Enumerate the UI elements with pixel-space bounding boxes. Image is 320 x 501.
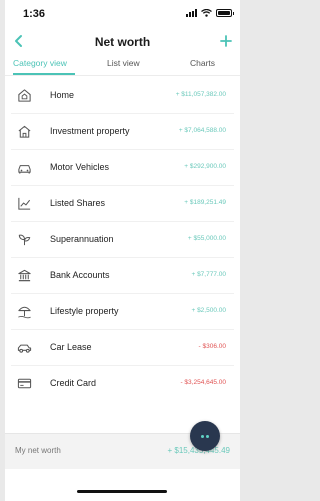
category-value: - $306.00 (198, 343, 226, 350)
category-label: Motor Vehicles (50, 162, 110, 172)
category-row-motor-vehicles[interactable]: Motor Vehicles + $292,900.00 (5, 150, 240, 186)
status-bar: 1:36 (5, 0, 240, 28)
category-label: Lifestyle property (50, 306, 119, 316)
bank-icon (17, 268, 32, 283)
category-label: Bank Accounts (50, 270, 110, 280)
category-row-home[interactable]: Home + $11,057,382.00 (5, 78, 240, 114)
category-value: + $189,251.49 (184, 199, 226, 206)
car-icon (17, 160, 32, 175)
car-lease-icon (17, 340, 32, 355)
status-time: 1:36 (23, 8, 46, 20)
category-row-superannuation[interactable]: Superannuation + $55,000.00 (5, 222, 240, 258)
category-row-listed-shares[interactable]: Listed Shares + $189,251.49 (5, 186, 240, 222)
view-tabs: Category view List view Charts (5, 56, 240, 76)
nav-header: Net worth (5, 28, 240, 54)
shares-chart-icon (17, 196, 32, 211)
tab-category-view[interactable]: Category view (13, 58, 67, 68)
category-row-lifestyle-property[interactable]: Lifestyle property + $2,500.00 (5, 294, 240, 330)
home-icon (17, 88, 32, 103)
battery-icon (216, 9, 234, 17)
investment-property-icon (17, 124, 32, 139)
category-row-bank-accounts[interactable]: Bank Accounts + $7,777.00 (5, 258, 240, 294)
tab-list-view[interactable]: List view (107, 58, 140, 68)
category-value: + $2,500.00 (191, 307, 226, 314)
dot (201, 434, 204, 438)
category-value: + $11,057,382.00 (175, 91, 226, 98)
category-row-car-lease[interactable]: Car Lease - $306.00 (5, 330, 240, 366)
category-label: Listed Shares (50, 198, 106, 208)
category-value: + $7,064,588.00 (178, 127, 226, 134)
app-screen: 1:36 Net worth Category view List view C… (5, 0, 240, 501)
credit-card-icon (17, 376, 32, 391)
category-label: Credit Card (50, 378, 97, 388)
category-value: + $55,000.00 (187, 235, 226, 242)
category-row-investment-property[interactable]: Investment property + $7,064,588.00 (5, 114, 240, 150)
cellular-signal-icon (186, 9, 197, 17)
category-value: + $7,777.00 (191, 271, 226, 278)
add-icon[interactable] (218, 32, 234, 50)
category-value: + $292,900.00 (184, 163, 226, 170)
category-row-credit-card[interactable]: Credit Card - $3,254,645.00 (5, 366, 240, 402)
status-icons (186, 9, 234, 17)
tab-charts[interactable]: Charts (190, 58, 215, 68)
category-label: Superannuation (50, 234, 114, 244)
category-value: - $3,254,645.00 (180, 379, 226, 386)
tabs-divider (5, 75, 240, 76)
page-title: Net worth (94, 35, 151, 49)
category-label: Investment property (50, 126, 130, 136)
net-worth-label: My net worth (15, 446, 61, 455)
dot (206, 434, 209, 438)
more-options-button[interactable] (190, 421, 220, 451)
category-label: Home (50, 90, 75, 100)
seedling-icon (17, 232, 32, 247)
category-label: Car Lease (50, 342, 92, 352)
beach-umbrella-icon (17, 304, 32, 319)
home-indicator (77, 490, 167, 493)
wifi-icon (201, 9, 212, 17)
